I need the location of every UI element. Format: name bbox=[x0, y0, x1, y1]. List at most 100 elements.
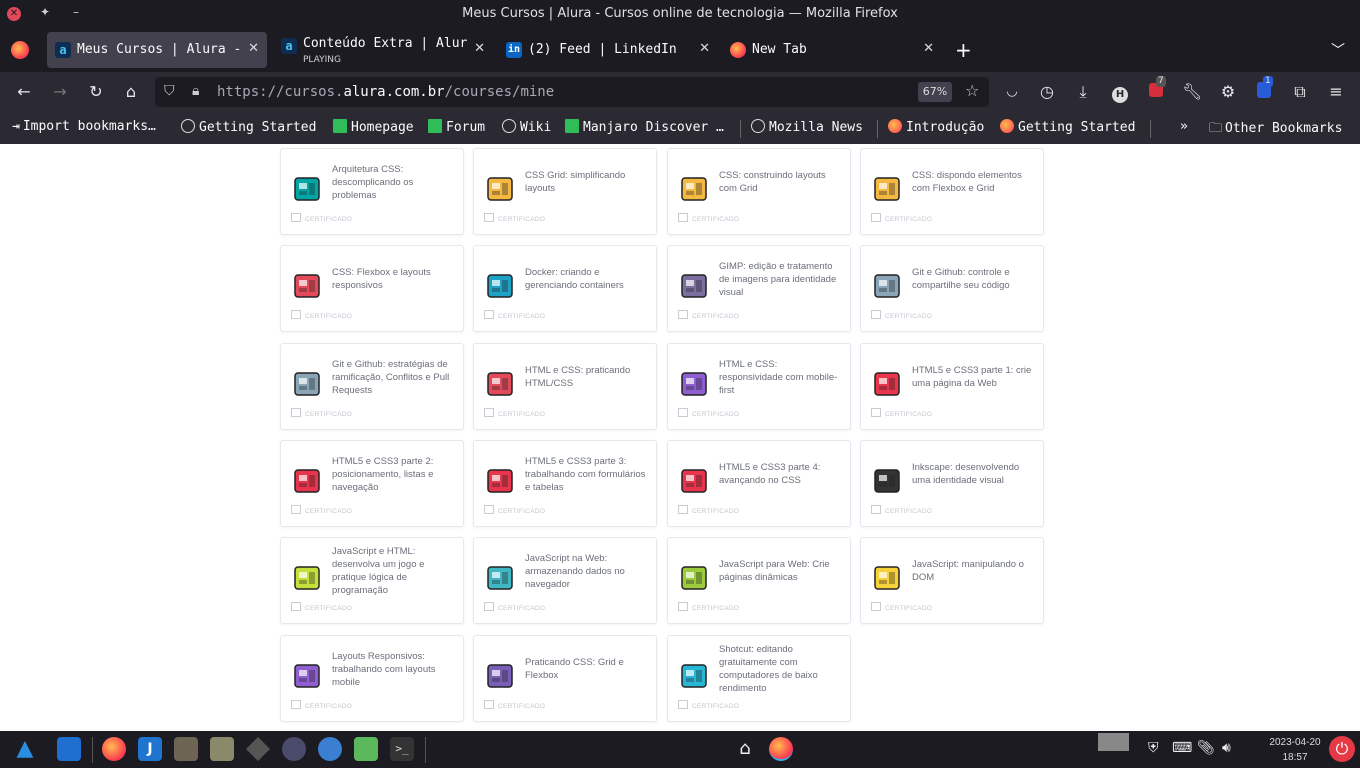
shield-icon[interactable]: ⛉ bbox=[164, 83, 175, 99]
course-title[interactable]: GIMP: edição e tratamento de imagens par… bbox=[719, 246, 843, 312]
certificate-label[interactable]: CERTIFICADO bbox=[291, 408, 352, 418]
course-title[interactable]: HTML5 e CSS3 parte 3: trabalhando com fo… bbox=[525, 441, 649, 507]
hamburger-menu-icon[interactable]: ≡ bbox=[1326, 82, 1346, 102]
desktop-icon[interactable] bbox=[57, 737, 81, 761]
bookmark-getting-started[interactable]: Getting Started bbox=[181, 119, 316, 135]
certificate-label[interactable]: CERTIFICADO bbox=[678, 408, 739, 418]
certificate-label[interactable]: CERTIFICADO bbox=[678, 505, 739, 515]
course-card[interactable]: Arquitetura CSS: descomplicando os probl… bbox=[280, 148, 464, 235]
course-card[interactable]: CSS Grid: simplificando layouts CERTIFICA… bbox=[473, 148, 657, 235]
settings-gear-icon[interactable]: ⚙ bbox=[1218, 82, 1238, 102]
course-title[interactable]: CSS: Flexbox e layouts responsivos bbox=[332, 246, 456, 312]
course-card[interactable]: JavaScript para Web: Crie páginas dinâmi… bbox=[667, 537, 851, 624]
course-title[interactable]: Shotcut: editando gratuitamente com comp… bbox=[719, 636, 843, 702]
gimp-icon[interactable] bbox=[174, 737, 198, 761]
lock-icon[interactable]: 🔒︎ bbox=[192, 83, 199, 99]
course-title[interactable]: Layouts Responsivos: trabalhando com lay… bbox=[332, 636, 456, 702]
url-text[interactable]: https://cursos.alura.com.br/courses/mine bbox=[217, 84, 554, 100]
course-card[interactable]: CSS: construindo layouts com Grid CERTIFI… bbox=[667, 148, 851, 235]
close-tab-icon[interactable]: ✕ bbox=[699, 41, 710, 56]
back-arrow-icon[interactable]: ← bbox=[14, 82, 34, 102]
course-card[interactable]: JavaScript na Web: armazenando dados no … bbox=[473, 537, 657, 624]
course-card[interactable]: Docker: criando e gerenciando containers… bbox=[473, 245, 657, 332]
course-card[interactable]: JavaScript e HTML: desenvolva um jogo e … bbox=[280, 537, 464, 624]
extension-h-icon[interactable]: H bbox=[1110, 82, 1130, 103]
history-icon[interactable]: ◷ bbox=[1037, 82, 1057, 102]
course-title[interactable]: CSS: construindo layouts com Grid bbox=[719, 149, 843, 215]
bookmark-forum[interactable]: Forum bbox=[428, 119, 485, 135]
home-icon[interactable]: ⌂ bbox=[121, 82, 141, 102]
firefox-task-icon[interactable] bbox=[769, 737, 793, 761]
terminal-icon[interactable]: >_ bbox=[390, 737, 414, 761]
course-card[interactable]: HTML5 e CSS3 parte 2: posicionamento, li… bbox=[280, 440, 464, 527]
ublock-icon[interactable]: 1 bbox=[1254, 76, 1274, 102]
certificate-label[interactable]: CERTIFICADO bbox=[871, 505, 932, 515]
close-tab-icon[interactable]: ✕ bbox=[923, 41, 934, 56]
bookmark-getting-started-2[interactable]: Getting Started bbox=[1000, 119, 1135, 135]
keyboard-tray-icon[interactable]: ⌨ bbox=[1172, 740, 1192, 756]
bookmark-wiki[interactable]: Wiki bbox=[502, 119, 551, 135]
course-card[interactable]: HTML e CSS: responsividade com mobile-fi… bbox=[667, 343, 851, 430]
certificate-label[interactable]: CERTIFICADO bbox=[678, 213, 739, 223]
app-launcher-icon[interactable]: ▲ bbox=[13, 737, 37, 761]
course-card[interactable]: JavaScript: manipulando o DOM CERTIFICADO bbox=[860, 537, 1044, 624]
certificate-label[interactable]: CERTIFICADO bbox=[291, 700, 352, 710]
more-bookmarks-chevron-icon[interactable]: » bbox=[1180, 119, 1188, 134]
course-card[interactable]: HTML5 e CSS3 parte 1: crie uma página da… bbox=[860, 343, 1044, 430]
bookmark-other[interactable]: 🗀︎ Other Bookmarks bbox=[1209, 119, 1342, 141]
tab-new-tab[interactable]: New Tab ✕ bbox=[722, 32, 942, 68]
certificate-label[interactable]: CERTIFICADO bbox=[291, 213, 352, 223]
tor-icon[interactable] bbox=[282, 737, 306, 761]
course-card[interactable]: Shotcut: editando gratuitamente com comp… bbox=[667, 635, 851, 722]
bookmark-mozilla-news[interactable]: Mozilla News bbox=[751, 119, 863, 135]
tab-conteudo-extra[interactable]: a Conteúdo Extra | Alur PLAYING ✕ bbox=[273, 32, 493, 68]
certificate-label[interactable]: CERTIFICADO bbox=[484, 700, 545, 710]
certificate-label[interactable]: CERTIFICADO bbox=[484, 505, 545, 515]
joplin-icon[interactable]: J bbox=[138, 737, 162, 761]
course-title[interactable]: Inkscape: desenvolvendo uma identidade v… bbox=[912, 441, 1036, 507]
course-card[interactable]: HTML5 e CSS3 parte 3: trabalhando com fo… bbox=[473, 440, 657, 527]
course-card[interactable]: Layouts Responsivos: trabalhando com lay… bbox=[280, 635, 464, 722]
certificate-label[interactable]: CERTIFICADO bbox=[484, 213, 545, 223]
extensions-puzzle-icon[interactable]: ⧉ bbox=[1290, 82, 1310, 102]
downloads-icon[interactable]: ⤓ bbox=[1073, 82, 1093, 102]
course-title[interactable]: CSS: dispondo elementos com Flexbox e Gr… bbox=[912, 149, 1036, 215]
course-title[interactable]: Git e Github: estratégias de ramificação… bbox=[332, 344, 456, 410]
cube-app-icon[interactable] bbox=[354, 737, 378, 761]
home-task-icon[interactable]: ⌂ bbox=[733, 737, 757, 761]
course-card[interactable]: HTML5 e CSS3 parte 4: avançando no CSS CE… bbox=[667, 440, 851, 527]
reload-icon[interactable]: ↻ bbox=[86, 82, 106, 102]
file-manager-icon[interactable] bbox=[210, 737, 234, 761]
course-card[interactable]: Praticando CSS: Grid e Flexbox CERTIFICAD… bbox=[473, 635, 657, 722]
tab-linkedin[interactable]: in (2) Feed | LinkedIn ✕ bbox=[498, 32, 718, 68]
bookmark-homepage[interactable]: Homepage bbox=[333, 119, 414, 135]
updates-tray-icon[interactable]: ⛨ bbox=[1148, 740, 1159, 756]
certificate-label[interactable]: CERTIFICADO bbox=[291, 505, 352, 515]
course-title[interactable]: JavaScript e HTML: desenvolva um jogo e … bbox=[332, 538, 456, 604]
inkscape-icon[interactable] bbox=[246, 737, 270, 761]
zoom-level-button[interactable]: 67% bbox=[918, 82, 952, 102]
course-title[interactable]: CSS Grid: simplificando layouts bbox=[525, 149, 649, 215]
certificate-label[interactable]: CERTIFICADO bbox=[678, 700, 739, 710]
course-card[interactable]: Inkscape: desenvolvendo uma identidade v… bbox=[860, 440, 1044, 527]
course-title[interactable]: HTML5 e CSS3 parte 4: avançando no CSS bbox=[719, 441, 843, 507]
tab-meus-cursos[interactable]: a Meus Cursos | Alura - ✕ bbox=[47, 32, 267, 68]
paperclip-tray-icon[interactable]: 📎︎ bbox=[1197, 740, 1215, 756]
certificate-label[interactable]: CERTIFICADO bbox=[484, 408, 545, 418]
certificate-label[interactable]: CERTIFICADO bbox=[678, 602, 739, 612]
course-title[interactable]: HTML5 e CSS3 parte 2: posicionamento, li… bbox=[332, 441, 456, 507]
certificate-label[interactable]: CERTIFICADO bbox=[871, 310, 932, 320]
bookmark-import[interactable]: ⇥ Import bookmarks… bbox=[12, 119, 156, 134]
course-title[interactable]: Praticando CSS: Grid e Flexbox bbox=[525, 636, 649, 702]
certificate-label[interactable]: CERTIFICADO bbox=[871, 213, 932, 223]
extension-red-icon[interactable]: 7 bbox=[1146, 76, 1166, 102]
certificate-label[interactable]: CERTIFICADO bbox=[291, 310, 352, 320]
mail-icon[interactable] bbox=[318, 737, 342, 761]
course-title[interactable]: Docker: criando e gerenciando containers bbox=[525, 246, 649, 312]
certificate-label[interactable]: CERTIFICADO bbox=[871, 408, 932, 418]
course-title[interactable]: JavaScript: manipulando o DOM bbox=[912, 538, 1036, 604]
close-tab-icon[interactable]: ✕ bbox=[474, 41, 485, 56]
certificate-label[interactable]: CERTIFICADO bbox=[678, 310, 739, 320]
workspace-pager[interactable] bbox=[1098, 733, 1129, 751]
system-clock[interactable]: 2023-04-20 18:57 bbox=[1262, 735, 1328, 765]
